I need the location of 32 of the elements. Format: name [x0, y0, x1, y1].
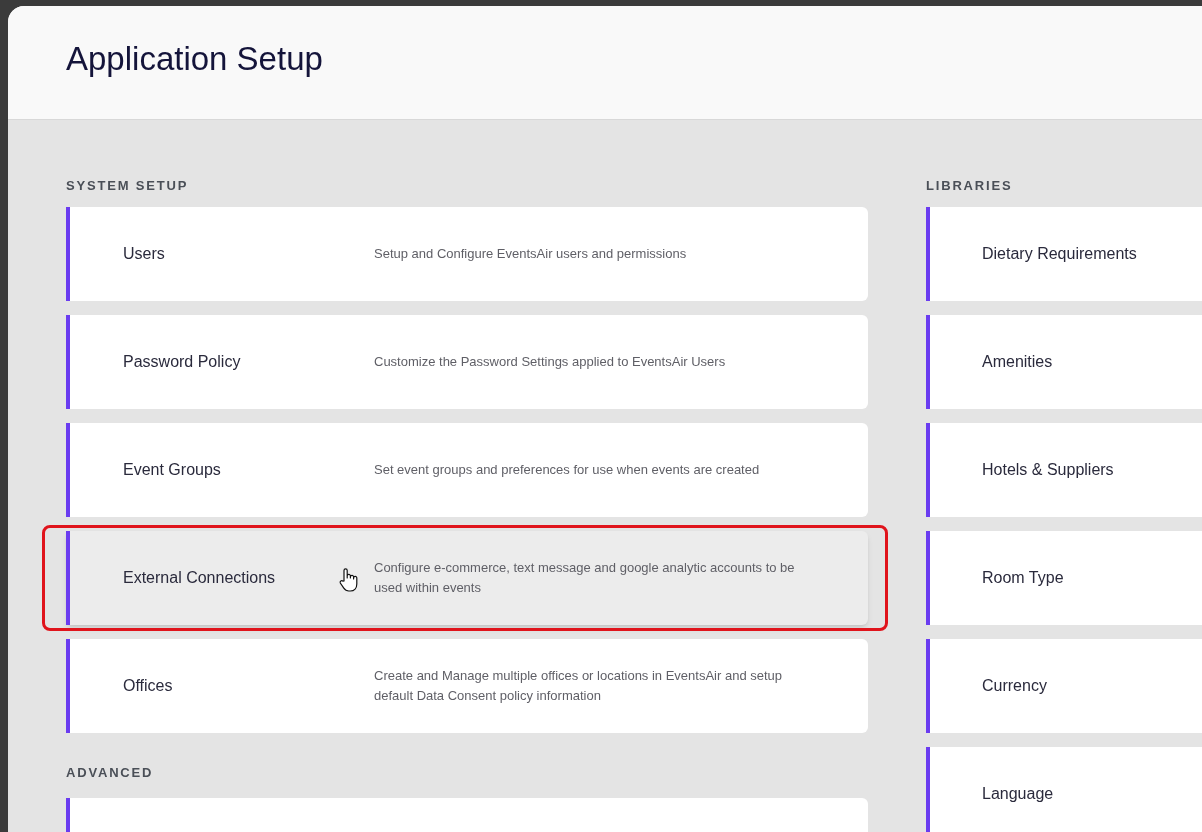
setup-item-title: Users: [123, 244, 165, 262]
hand-cursor-icon: [338, 566, 360, 593]
setup-item-description: Setup and Configure EventsAir users and permissions: [374, 244, 688, 263]
library-card[interactable]: Language: [926, 746, 1202, 832]
setup-item-title: Offices: [123, 676, 173, 694]
section-heading: SYSTEM SETUP: [66, 177, 190, 195]
setup-item-title: Password Policy: [123, 352, 241, 370]
setup-item-title: External Connections: [123, 568, 276, 586]
setup-card[interactable]: Event Groups Set event groups and preferences for use when events are created: [66, 422, 868, 517]
library-item-title: Language: [981, 783, 1054, 804]
library-card[interactable]: Amenities: [926, 314, 1202, 409]
setup-card[interactable]: Password Policy Customize the Password Settings applied to EventsAir Users: [66, 314, 868, 409]
setup-item-title: Event Groups: [123, 460, 221, 478]
library-card[interactable]: Dietary Requirements: [926, 206, 1202, 301]
library-item-title: Amenities: [981, 351, 1053, 372]
library-card[interactable]: Currency: [926, 638, 1202, 733]
library-item-title: Hotels & Suppliers: [981, 459, 1114, 480]
setup-card[interactable]: External Connections Configure e-commerce, text message and google analytic accounts to be used within events: [66, 530, 868, 625]
setup-item-description: Customize the Password Settings applied to EventsAir Users: [374, 352, 727, 371]
setup-item-description: Create and Manage multiple offices or locations in EventsAir and setup default Data Consent policy information: [374, 666, 784, 705]
setup-item-description: Configure e-commerce, text message and google analytic accounts to be used within events: [374, 558, 796, 597]
library-item-title: Room Type: [981, 567, 1064, 588]
section-heading: LIBRARIES: [926, 177, 1014, 195]
page-title: Application Setup: [66, 38, 323, 79]
setup-item-description: Set event groups and preferences for use when events are created: [374, 460, 761, 479]
library-item-title: Currency: [981, 675, 1047, 696]
section-heading: ADVANCED: [66, 763, 155, 782]
setup-card[interactable]: Users Setup and Configure EventsAir users and permissions: [66, 206, 868, 301]
setup-card[interactable]: Offices Create and Manage multiple offices or locations in EventsAir and setup default Data Consent policy information: [66, 638, 868, 733]
library-item-title: Dietary Requirements: [981, 243, 1137, 264]
library-card[interactable]: Room Type: [926, 530, 1202, 625]
library-card[interactable]: Hotels & Suppliers: [926, 422, 1202, 517]
